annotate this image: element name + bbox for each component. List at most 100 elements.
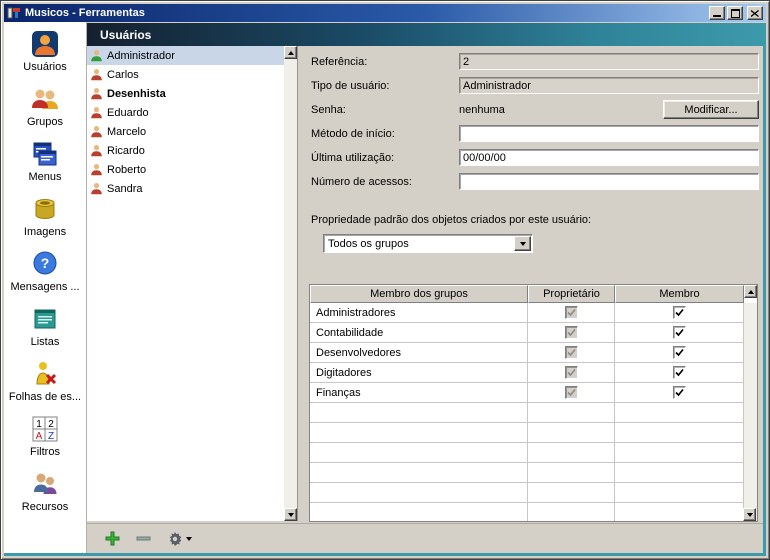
- sidebar-item-label: Listas: [31, 336, 60, 348]
- user-item-icon: [90, 49, 103, 62]
- titlebar[interactable]: Musicos - Ferramentas: [4, 4, 766, 22]
- membro-checkbox[interactable]: [673, 326, 686, 339]
- user-row-marcelo[interactable]: Marcelo: [87, 122, 284, 141]
- proprietario-checkbox[interactable]: [565, 346, 578, 359]
- group-row-financas[interactable]: Finanças: [310, 383, 744, 403]
- sidebar-item-folhas-de-es[interactable]: Folhas de es...: [4, 360, 86, 415]
- section-header: Usuários: [87, 23, 766, 46]
- membro-cell: [615, 363, 744, 383]
- scroll-up-button[interactable]: [284, 46, 297, 59]
- user-row-ricardo[interactable]: Ricardo: [87, 141, 284, 160]
- stylesheets-icon: [31, 360, 59, 388]
- sidebar-item-menus[interactable]: Menus: [4, 140, 86, 195]
- membro-checkbox[interactable]: [673, 366, 686, 379]
- svg-text:1: 1: [36, 419, 42, 430]
- group-row-contabilidade[interactable]: Contabilidade: [310, 323, 744, 343]
- proprietario-cell: [528, 323, 615, 343]
- sidebar-item-filtros[interactable]: 12AZFiltros: [4, 415, 86, 470]
- sidebar-item-label: Mensagens ...: [10, 281, 79, 293]
- empty-row: [310, 483, 744, 503]
- user-list-scrollbar[interactable]: [284, 46, 297, 521]
- svg-text:Z: Z: [48, 431, 54, 442]
- user-rows: AdministradorCarlosDesenhistaEduardoMarc…: [87, 46, 284, 521]
- proprietario-checkbox[interactable]: [565, 386, 578, 399]
- ultima-utilizacao-input[interactable]: [459, 149, 759, 166]
- tipo-de-usuario-field: Administrador: [459, 77, 759, 94]
- column-header-membro-dos-grupos[interactable]: Membro dos grupos: [310, 285, 528, 303]
- minimize-button[interactable]: [709, 6, 725, 20]
- proprietario-checkbox[interactable]: [565, 366, 578, 379]
- sidebar-item-label: Recursos: [22, 501, 68, 513]
- proprietario-checkbox[interactable]: [565, 326, 578, 339]
- remove-user-button[interactable]: [136, 531, 151, 546]
- maximize-button[interactable]: [727, 6, 743, 20]
- table-body: AdministradoresContabilidadeDesenvolvedo…: [310, 303, 744, 521]
- field-label: Método de início:: [311, 128, 459, 140]
- user-name: Sandra: [107, 183, 142, 195]
- proprietario-cell: [528, 303, 615, 323]
- numero-de-acessos-input[interactable]: [459, 173, 759, 190]
- column-header-membro[interactable]: Membro: [615, 285, 744, 303]
- sidebar-item-label: Menus: [28, 171, 61, 183]
- membro-checkbox[interactable]: [673, 306, 686, 319]
- column-header-proprietario[interactable]: Proprietário: [528, 285, 615, 303]
- app-icon: [7, 6, 21, 20]
- user-item-icon: [90, 106, 103, 119]
- form-rows: Referência:2 Tipo de usuário:Administrado…: [301, 53, 759, 190]
- proprietario-checkbox[interactable]: [565, 306, 578, 319]
- referencia-field: 2: [459, 53, 759, 70]
- proprietario-cell: [528, 363, 615, 383]
- add-user-button[interactable]: [105, 531, 120, 546]
- user-name: Ricardo: [107, 145, 145, 157]
- section-title: Usuários: [100, 28, 151, 42]
- user-row-administrador[interactable]: Administrador: [87, 46, 284, 65]
- sidebar-item-mensagens[interactable]: ?Mensagens ...: [4, 250, 86, 305]
- close-button[interactable]: [747, 6, 763, 20]
- group-row-desenvolvedores[interactable]: Desenvolvedores: [310, 343, 744, 363]
- sidebar-item-label: Imagens: [24, 226, 66, 238]
- table-scrollbar[interactable]: [744, 303, 757, 521]
- sidebar-item-label: Grupos: [27, 116, 63, 128]
- user-item-icon: [90, 87, 103, 100]
- user-row-eduardo[interactable]: Eduardo: [87, 103, 284, 122]
- teal-edge-right: [763, 46, 766, 556]
- table-header: Membro dos grupos Proprietário Membro: [310, 285, 757, 303]
- window-controls: [709, 6, 763, 20]
- sidebar-item-listas[interactable]: Listas: [4, 305, 86, 360]
- scroll-down-button[interactable]: [284, 508, 297, 521]
- user-row-sandra[interactable]: Sandra: [87, 179, 284, 198]
- table-scroll-up-button[interactable]: [744, 285, 757, 298]
- empty-row: [310, 423, 744, 443]
- membro-checkbox[interactable]: [673, 386, 686, 399]
- default-property-dropdown[interactable]: Todos os grupos: [323, 234, 533, 253]
- minimize-icon: [713, 15, 721, 17]
- sidebar-item-imagens[interactable]: Imagens: [4, 195, 86, 250]
- dropdown-value: Todos os grupos: [324, 238, 513, 250]
- membro-cell: [615, 383, 744, 403]
- sidebar-item-label: Usuários: [23, 61, 66, 73]
- form-row-ultima-utilizacao: Última utilização:: [311, 149, 759, 166]
- field-label: Referência:: [311, 56, 459, 68]
- close-icon: [751, 10, 759, 17]
- form-row-tipo-de-usuario: Tipo de usuário:Administrador: [311, 77, 759, 94]
- chevron-down-icon: [514, 236, 531, 251]
- sidebar-item-grupos[interactable]: Grupos: [4, 85, 86, 140]
- membro-checkbox[interactable]: [673, 346, 686, 359]
- resources-icon: [31, 470, 59, 498]
- minus-icon: [136, 531, 151, 546]
- group-name: Administradores: [310, 303, 528, 323]
- user-row-roberto[interactable]: Roberto: [87, 160, 284, 179]
- sidebar-item-usuarios[interactable]: Usuários: [4, 30, 86, 85]
- user-row-desenhista[interactable]: Desenhista: [87, 84, 284, 103]
- default-properties-label: Propriedade padrão dos objetos criados p…: [311, 214, 759, 226]
- group-row-digitadores[interactable]: Digitadores: [310, 363, 744, 383]
- group-row-administradores[interactable]: Administradores: [310, 303, 744, 323]
- settings-menu-button[interactable]: [167, 531, 192, 547]
- metodo-de-inicio-input[interactable]: [459, 125, 759, 142]
- table-scroll-down-button[interactable]: [743, 508, 756, 521]
- user-row-carlos[interactable]: Carlos: [87, 65, 284, 84]
- empty-row: [310, 403, 744, 423]
- membro-cell: [615, 323, 744, 343]
- sidebar-item-recursos[interactable]: Recursos: [4, 470, 86, 525]
- modify-password-button[interactable]: Modificar...: [663, 100, 759, 119]
